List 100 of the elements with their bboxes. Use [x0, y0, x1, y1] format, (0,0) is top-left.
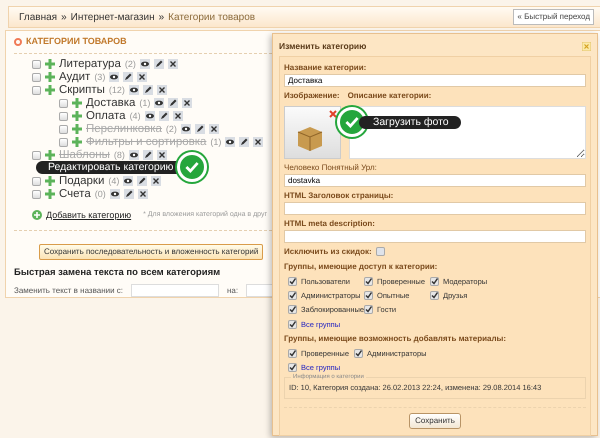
delete-icon[interactable]: [156, 85, 167, 95]
delete-icon[interactable]: [182, 98, 192, 108]
access-label: Группы, имеющие доступ к категории:: [284, 260, 438, 273]
category-count: (1): [139, 96, 150, 110]
eye-icon[interactable]: [128, 150, 139, 160]
exclude-label: Исключить из скидок:: [284, 246, 372, 258]
plus-icon[interactable]: [45, 189, 55, 199]
checked-checkbox[interactable]: [430, 291, 439, 300]
category-name[interactable]: Счета: [59, 188, 91, 200]
row-checkbox[interactable]: [32, 86, 41, 94]
eye-icon[interactable]: [154, 98, 164, 108]
url-label: Человеко Понятный Урл:: [284, 162, 378, 174]
category-name[interactable]: Подарки: [59, 174, 104, 188]
pencil-icon[interactable]: [137, 176, 148, 186]
delete-icon[interactable]: [138, 189, 148, 199]
eye-icon[interactable]: [128, 85, 139, 95]
category-count: (2): [124, 58, 136, 70]
plus-icon[interactable]: [45, 150, 55, 160]
eye-icon[interactable]: [225, 137, 236, 147]
checked-checkbox[interactable]: [354, 348, 363, 358]
plus-icon[interactable]: [45, 72, 55, 82]
row-checkbox[interactable]: [32, 72, 41, 82]
delete-icon[interactable]: [151, 176, 162, 186]
category-count: (1): [210, 136, 222, 148]
breadcrumb-separator: »: [158, 10, 164, 24]
eye-icon[interactable]: [140, 59, 150, 69]
plus-icon[interactable]: [72, 111, 82, 121]
eye-icon[interactable]: [180, 124, 191, 134]
checked-checkbox[interactable]: [288, 320, 297, 329]
category-name[interactable]: Литература: [59, 58, 121, 70]
remove-icon[interactable]: [329, 110, 337, 118]
checked-checkbox[interactable]: [288, 291, 297, 300]
checked-checkbox[interactable]: [364, 276, 373, 286]
breadcrumb-current: Категории товаров: [168, 10, 256, 24]
add-icon[interactable]: [32, 210, 42, 220]
delete-icon[interactable]: [253, 137, 264, 147]
checked-checkbox[interactable]: [430, 276, 439, 286]
replace-legend: Быстрая замена текста по всем категориям: [14, 266, 220, 280]
image-preview[interactable]: [284, 106, 341, 159]
pencil-icon[interactable]: [194, 124, 205, 134]
checked-checkbox[interactable]: [364, 291, 373, 300]
delete-icon[interactable]: [208, 124, 219, 134]
pencil-icon[interactable]: [239, 137, 250, 147]
html-title-field[interactable]: [284, 202, 586, 215]
meta-field[interactable]: [284, 230, 586, 243]
bullet-icon: [14, 38, 22, 46]
checked-checkbox[interactable]: [288, 363, 297, 372]
delete-icon[interactable]: [156, 150, 167, 160]
plus-icon[interactable]: [45, 85, 55, 95]
category-count: (2): [166, 122, 177, 136]
plus-icon[interactable]: [72, 137, 82, 147]
delete-icon[interactable]: [137, 72, 148, 82]
plus-icon[interactable]: [45, 176, 55, 186]
replace-from-field[interactable]: [131, 284, 219, 298]
eye-icon[interactable]: [110, 189, 120, 199]
category-name[interactable]: Аудит: [59, 70, 90, 84]
checked-checkbox[interactable]: [288, 348, 297, 358]
plus-icon[interactable]: [72, 124, 82, 134]
row-checkbox[interactable]: [59, 112, 68, 120]
plus-icon[interactable]: [45, 59, 55, 69]
pencil-icon[interactable]: [168, 98, 178, 108]
panel-title: КАТЕГОРИИ ТОВАРОВ: [26, 35, 127, 48]
checkbox[interactable]: [376, 247, 385, 256]
row-checkbox[interactable]: [32, 60, 41, 68]
delete-icon[interactable]: [168, 59, 178, 69]
category-name[interactable]: Оплата: [86, 110, 126, 122]
row-checkbox[interactable]: [32, 176, 41, 186]
category-count: (4): [130, 110, 141, 122]
row-checkbox[interactable]: [32, 190, 41, 198]
pencil-icon[interactable]: [142, 85, 153, 95]
pencil-icon[interactable]: [158, 111, 169, 121]
save-button[interactable]: Сохранить: [409, 412, 461, 428]
add-groups-label: Группы, имеющие возможность добавлять материалы:: [284, 332, 508, 345]
delete-icon[interactable]: [172, 111, 183, 121]
save-order-button[interactable]: Сохранить последовательность и вложенность категорий: [39, 244, 264, 260]
add-category-link[interactable]: Добавить категорию: [46, 208, 132, 222]
category-name[interactable]: Доставка: [86, 96, 136, 110]
pencil-icon[interactable]: [123, 72, 134, 82]
quick-nav-button[interactable]: « Быстрый переход: [513, 9, 594, 25]
breadcrumb-link[interactable]: Главная: [19, 10, 58, 24]
pencil-icon[interactable]: [124, 189, 134, 199]
name-label: Название категории:: [284, 62, 368, 74]
pencil-icon[interactable]: [142, 150, 153, 160]
meta-label: HTML meta description:: [284, 218, 376, 230]
plus-icon[interactable]: [72, 98, 82, 108]
pencil-icon[interactable]: [154, 59, 164, 69]
eye-icon[interactable]: [109, 72, 120, 82]
eye-icon[interactable]: [144, 111, 155, 121]
name-field[interactable]: Доставка: [284, 74, 586, 87]
breadcrumb-separator: »: [61, 10, 67, 24]
breadcrumb-link[interactable]: Интернет-магазин: [70, 10, 155, 24]
html-title-label: HTML Заголовок страницы:: [284, 190, 394, 202]
row-checkbox[interactable]: [59, 98, 68, 108]
checked-checkbox[interactable]: [364, 305, 373, 314]
category-name[interactable]: Скрипты: [59, 84, 105, 96]
eye-icon[interactable]: [123, 176, 134, 186]
checked-checkbox[interactable]: [288, 276, 297, 286]
url-field[interactable]: dostavka: [284, 174, 586, 187]
category-count: (12): [108, 84, 125, 96]
checked-checkbox[interactable]: [288, 305, 297, 314]
